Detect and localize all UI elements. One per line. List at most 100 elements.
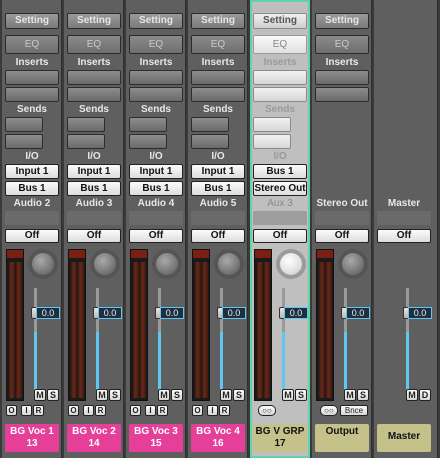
group-slot[interactable] [253,211,307,225]
send-slot-2[interactable] [5,134,43,149]
mute-button[interactable]: M [220,389,232,401]
eq-button[interactable]: EQ [253,35,307,54]
pan-knob[interactable] [276,249,306,279]
eq-button[interactable]: EQ [315,35,369,54]
pan-knob[interactable] [28,249,58,279]
input-monitor-button[interactable]: I [83,405,94,416]
mute-button[interactable]: M [282,389,294,401]
pan-knob[interactable] [214,249,244,279]
insert-slot-1[interactable] [129,70,183,85]
solo-button[interactable]: S [47,389,59,401]
mute-button[interactable]: M [96,389,108,401]
solo-button[interactable]: S [109,389,121,401]
insert-slot-2[interactable] [5,87,59,102]
setting-button[interactable]: Setting [67,13,121,29]
send-slot-2[interactable] [191,134,229,149]
read-button[interactable]: O [6,405,17,416]
track-label-chip[interactable]: BG Voc 2 14 [67,424,121,452]
group-slot[interactable] [377,211,431,225]
record-button[interactable]: R [219,405,230,416]
automation-mode-button[interactable]: Off [129,229,183,243]
setting-button[interactable]: Setting [129,13,183,29]
setting-button[interactable]: Setting [315,13,369,29]
setting-button[interactable]: Setting [191,13,245,29]
balance-knob[interactable] [338,249,368,279]
input-select[interactable]: Input 1 [129,164,183,179]
solo-button[interactable]: S [357,389,369,401]
output-select[interactable]: Bus 1 [191,181,245,196]
solo-button[interactable]: S [171,389,183,401]
solo-button[interactable]: S [295,389,307,401]
automation-mode-button[interactable]: Off [5,229,59,243]
group-slot[interactable] [5,211,59,225]
automation-mode-button[interactable]: Off [315,229,369,243]
output-select[interactable]: Bus 1 [5,181,59,196]
output-select[interactable]: Bus 1 [129,181,183,196]
dim-button[interactable]: D [419,389,431,401]
read-button[interactable]: O [68,405,79,416]
setting-button[interactable]: Setting [5,13,59,29]
eq-button[interactable]: EQ [5,35,59,54]
send-slot-1[interactable] [67,117,105,132]
automation-mode-button[interactable]: Off [377,229,431,243]
track-label-chip[interactable]: BG Voc 1 13 [5,424,59,452]
send-slot-2[interactable] [129,134,167,149]
group-slot[interactable] [67,211,121,225]
read-button[interactable]: O [192,405,203,416]
peak-indicator[interactable] [317,250,333,258]
eq-button[interactable]: EQ [191,35,245,54]
track-label-chip[interactable]: BG V GRP 17 [253,424,307,452]
send-slot-1[interactable] [5,117,43,132]
send-slot-2[interactable] [67,134,105,149]
pan-knob[interactable] [152,249,182,279]
stereo-link-icon[interactable]: ○○ [258,405,276,416]
record-button[interactable]: R [157,405,168,416]
send-slot-1[interactable] [129,117,167,132]
input-select[interactable]: Input 1 [5,164,59,179]
solo-button[interactable]: S [233,389,245,401]
peak-indicator[interactable] [131,250,147,258]
send-slot-1[interactable] [253,117,291,132]
group-slot[interactable] [315,211,369,225]
output-select[interactable]: Bus 1 [67,181,121,196]
insert-slot-1[interactable] [191,70,245,85]
peak-indicator[interactable] [193,250,209,258]
output-select[interactable]: Stereo Out [253,181,307,196]
automation-mode-button[interactable]: Off [67,229,121,243]
stereo-link-icon[interactable]: ○○ [320,405,338,416]
insert-slot-2[interactable] [253,87,307,102]
group-slot[interactable] [191,211,245,225]
insert-slot-2[interactable] [191,87,245,102]
mute-button[interactable]: M [158,389,170,401]
peak-indicator[interactable] [7,250,23,258]
insert-slot-1[interactable] [5,70,59,85]
eq-button[interactable]: EQ [129,35,183,54]
pan-knob[interactable] [90,249,120,279]
bounce-button[interactable]: Bnce [340,405,368,416]
insert-slot-2[interactable] [315,87,369,102]
channel-strip-aux-3[interactable]: Setting EQ Inserts Sends I/O Bus 1 Stere… [250,0,310,458]
insert-slot-1[interactable] [315,70,369,85]
insert-slot-1[interactable] [67,70,121,85]
peak-indicator[interactable] [255,250,271,258]
peak-indicator[interactable] [69,250,85,258]
insert-slot-2[interactable] [67,87,121,102]
eq-button[interactable]: EQ [67,35,121,54]
automation-mode-button[interactable]: Off [253,229,307,243]
setting-button[interactable]: Setting [253,13,307,29]
track-label-chip[interactable]: BG Voc 4 16 [191,424,245,452]
input-select[interactable]: Input 1 [191,164,245,179]
input-select[interactable]: Bus 1 [253,164,307,179]
group-slot[interactable] [129,211,183,225]
input-monitor-button[interactable]: I [145,405,156,416]
record-button[interactable]: R [33,405,44,416]
input-monitor-button[interactable]: I [207,405,218,416]
input-monitor-button[interactable]: I [21,405,32,416]
input-select[interactable]: Input 1 [67,164,121,179]
read-button[interactable]: O [130,405,141,416]
track-label-chip[interactable]: Master [377,424,431,452]
track-label-chip[interactable]: BG Voc 3 15 [129,424,183,452]
mute-button[interactable]: M [406,389,418,401]
automation-mode-button[interactable]: Off [191,229,245,243]
mute-button[interactable]: M [34,389,46,401]
